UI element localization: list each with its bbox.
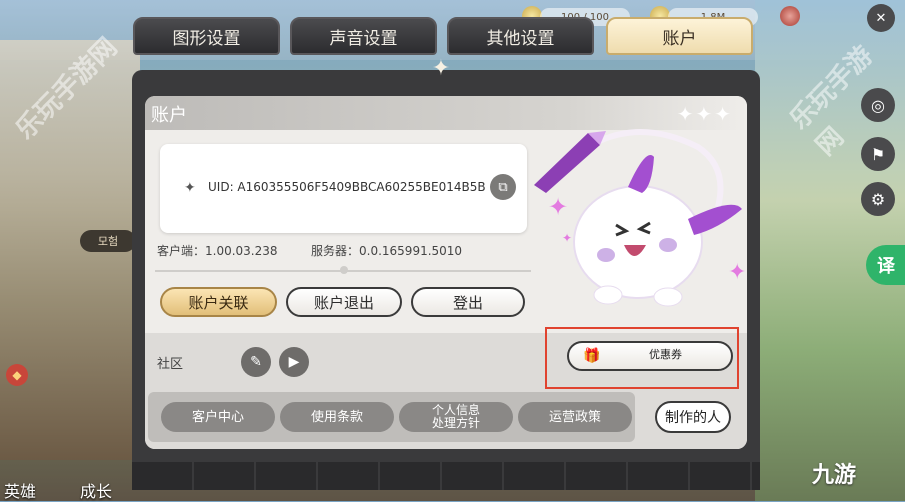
tab-graphics-settings[interactable]: 图形设置 bbox=[133, 17, 280, 55]
edit-icon[interactable]: ✎ bbox=[241, 347, 271, 377]
heroes-nav-label[interactable]: 英雄 bbox=[4, 478, 36, 502]
sparkle-icon: ✦✦✦ bbox=[676, 102, 733, 126]
gear-icon[interactable]: ⚙ bbox=[861, 182, 895, 216]
client-version: 客户端：1.00.03.238 bbox=[157, 244, 278, 258]
links-bar: 客户中心 使用条款 个人信息 处理方针 运营政策 bbox=[148, 392, 635, 442]
tab-account[interactable]: 账户 bbox=[606, 17, 753, 55]
youtube-icon[interactable]: ▶ bbox=[279, 347, 309, 377]
account-logout-button[interactable]: 账户退出 bbox=[286, 287, 402, 317]
copy-uid-button[interactable]: ⧉ bbox=[490, 174, 516, 200]
terms-of-use-button[interactable]: 使用条款 bbox=[280, 402, 394, 432]
coupon-highlight: 🎁 优惠券 bbox=[545, 327, 739, 389]
svg-text:✦: ✦ bbox=[548, 193, 568, 221]
tab-other-settings[interactable]: 其他设置 bbox=[447, 17, 594, 55]
translate-button[interactable]: 译 bbox=[866, 245, 905, 285]
uid-box: ✦ UID: A160355506F5409BBCA60255BE014B5B … bbox=[160, 144, 527, 233]
flag-icon[interactable]: ⚑ bbox=[861, 137, 895, 171]
customer-center-button[interactable]: 客户中心 bbox=[161, 402, 275, 432]
panel-title-bar: 账户 ✦✦✦ bbox=[145, 96, 747, 130]
event-icon[interactable]: ◆ bbox=[6, 364, 28, 386]
community-label: 社区 bbox=[157, 357, 184, 372]
coupon-label: 优惠券 bbox=[649, 348, 682, 361]
gift-icon: 🎁 bbox=[583, 348, 601, 364]
adventure-label[interactable]: 모험 bbox=[80, 230, 136, 252]
growth-nav-label[interactable]: 成长 bbox=[80, 478, 112, 502]
gem-icon bbox=[780, 6, 800, 26]
brand-watermark: 九游 bbox=[812, 463, 857, 488]
tab-sound-settings[interactable]: 声音设置 bbox=[290, 17, 437, 55]
divider-dot bbox=[340, 266, 348, 274]
uid-text: UID: A160355506F5409BBCA60255BE014B5B bbox=[208, 180, 486, 194]
panel-title: 账户 bbox=[151, 105, 187, 126]
diamond-ornament-icon: ✦ bbox=[431, 56, 451, 81]
credits-button[interactable]: 制作的人 bbox=[655, 401, 731, 433]
sign-out-button[interactable]: 登出 bbox=[411, 287, 525, 317]
svg-text:✦: ✦ bbox=[562, 231, 572, 245]
server-version: 服务器：0.0.165991.5010 bbox=[311, 244, 463, 258]
mascot-illustration: ✦ ✦ ✦ bbox=[534, 129, 746, 307]
frame-bottom-strip bbox=[132, 462, 760, 490]
coupon-button[interactable]: 🎁 优惠券 bbox=[567, 341, 733, 371]
star-icon: ✦ bbox=[184, 180, 196, 196]
svg-text:✦: ✦ bbox=[728, 260, 746, 285]
operation-policy-button[interactable]: 运营政策 bbox=[518, 402, 632, 432]
privacy-policy-button[interactable]: 个人信息 处理方针 bbox=[399, 402, 513, 432]
community-section: 社区 ✎ ▶ 🎁 优惠券 客户中心 使用条款 个人信息 处理方针 运营政策 制作… bbox=[145, 327, 747, 449]
account-link-button[interactable]: 账户关联 bbox=[160, 287, 277, 317]
